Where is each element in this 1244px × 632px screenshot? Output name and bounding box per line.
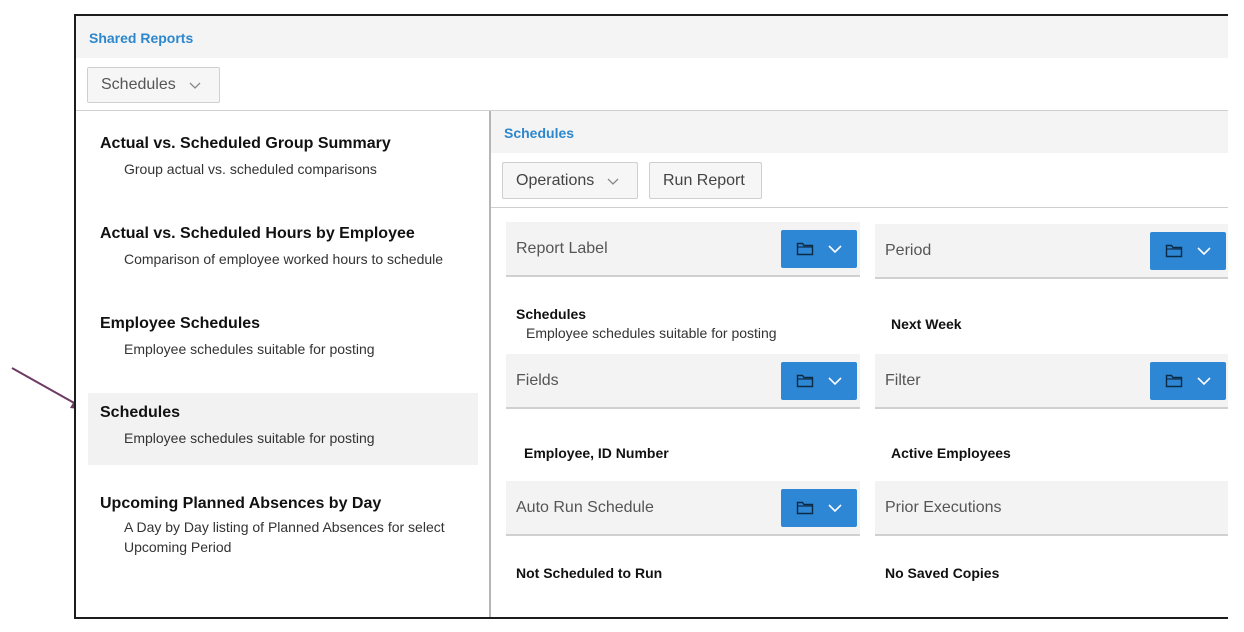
prior-executions-panel-header: Prior Executions <box>875 481 1228 536</box>
prior-executions-value: No Saved Copies <box>885 565 999 581</box>
chevron-down-icon <box>1197 377 1211 386</box>
fields-value-text: Employee, ID Number <box>524 445 669 461</box>
report-item-employee-schedules[interactable]: Employee Schedules Employee schedules su… <box>88 315 478 375</box>
report-item-group-summary[interactable]: Actual vs. Scheduled Group Summary Group… <box>88 135 478 195</box>
period-value: Next Week <box>891 316 962 332</box>
report-item-title: Schedules <box>100 404 181 421</box>
auto-run-panel-header: Auto Run Schedule <box>506 481 860 536</box>
report-label-heading: Report Label <box>516 240 608 257</box>
report-item-planned-absences[interactable]: Upcoming Planned Absences by Day A Day b… <box>88 495 478 575</box>
folder-icon <box>796 374 814 388</box>
shared-reports-window: Shared Reports Schedules Actual vs. Sche… <box>74 14 1228 619</box>
filter-heading: Filter <box>885 372 921 389</box>
prior-executions-value-text: No Saved Copies <box>885 565 1000 581</box>
report-item-hours-by-employee[interactable]: Actual vs. Scheduled Hours by Employee C… <box>88 225 478 285</box>
filter-panel-header: Filter <box>875 354 1228 409</box>
period-panel-header: Period <box>875 224 1228 279</box>
report-item-desc: Group actual vs. scheduled comparisons <box>124 161 377 177</box>
folder-icon <box>1165 374 1183 388</box>
fields-options-button[interactable] <box>781 362 857 400</box>
folder-icon <box>796 242 814 256</box>
folder-icon <box>1165 244 1183 258</box>
run-report-label: Run Report <box>663 171 745 189</box>
operations-label: Operations <box>516 171 595 189</box>
chevron-down-icon <box>828 504 842 513</box>
auto-run-options-button[interactable] <box>781 489 857 527</box>
report-label-value: Schedules Employee schedules suitable fo… <box>516 306 777 341</box>
prior-executions-heading: Prior Executions <box>885 499 1002 516</box>
page-title: Shared Reports <box>89 30 194 46</box>
run-report-button[interactable]: Run Report <box>649 162 762 199</box>
report-item-desc-line: Upcoming Period <box>124 539 232 555</box>
report-item-title: Actual vs. Scheduled Hours by Employee <box>100 225 415 242</box>
report-item-title: Employee Schedules <box>100 315 261 332</box>
chevron-down-icon <box>189 82 201 89</box>
report-item-desc: A Day by Day listing of Planned Absences… <box>100 517 478 557</box>
report-label-options-button[interactable] <box>781 230 857 268</box>
fields-heading: Fields <box>516 372 559 389</box>
report-label-panel-header: Report Label <box>506 222 860 277</box>
fields-panel-header: Fields <box>506 354 860 409</box>
report-item-schedules[interactable]: Schedules Employee schedules suitable fo… <box>88 393 478 465</box>
auto-run-value-text: Not Scheduled to Run <box>516 565 663 581</box>
period-heading: Period <box>885 242 932 259</box>
report-item-title: Actual vs. Scheduled Group Summary <box>100 135 391 152</box>
period-options-button[interactable] <box>1150 232 1226 270</box>
operations-dropdown[interactable]: Operations <box>502 162 638 199</box>
toolbar-divider <box>491 207 1228 208</box>
report-label-value-title: Schedules <box>516 306 587 322</box>
fields-value: Employee, ID Number <box>524 445 669 461</box>
chevron-down-icon <box>607 178 619 185</box>
chevron-down-icon <box>828 245 842 254</box>
auto-run-heading: Auto Run Schedule <box>516 499 654 516</box>
chevron-down-icon <box>1197 247 1211 256</box>
chevron-down-icon <box>828 377 842 386</box>
report-label-value-desc: Employee schedules suitable for posting <box>526 325 777 341</box>
period-value-text: Next Week <box>891 316 962 332</box>
report-item-desc: Comparison of employee worked hours to s… <box>124 251 444 267</box>
report-item-desc: Employee schedules suitable for posting <box>124 430 375 446</box>
filter-value: Active Employees <box>891 445 1011 461</box>
report-list: Actual vs. Scheduled Group Summary Group… <box>76 111 489 617</box>
filter-value-text: Active Employees <box>891 445 1011 461</box>
report-detail-pane: Schedules Operations Run Report Report L… <box>491 111 1228 617</box>
header-bar: Shared Reports <box>76 16 1228 58</box>
auto-run-value: Not Scheduled to Run <box>516 565 662 581</box>
filter-options-button[interactable] <box>1150 362 1226 400</box>
report-item-title: Upcoming Planned Absences by Day <box>100 495 382 512</box>
folder-icon <box>796 501 814 515</box>
detail-title: Schedules <box>504 125 575 141</box>
report-item-desc-line: A Day by Day listing of Planned Absences… <box>124 519 445 535</box>
category-dropdown-label: Schedules <box>101 76 176 93</box>
detail-header: Schedules <box>491 111 1228 153</box>
report-item-desc: Employee schedules suitable for posting <box>124 341 375 357</box>
category-dropdown[interactable]: Schedules <box>87 67 220 103</box>
